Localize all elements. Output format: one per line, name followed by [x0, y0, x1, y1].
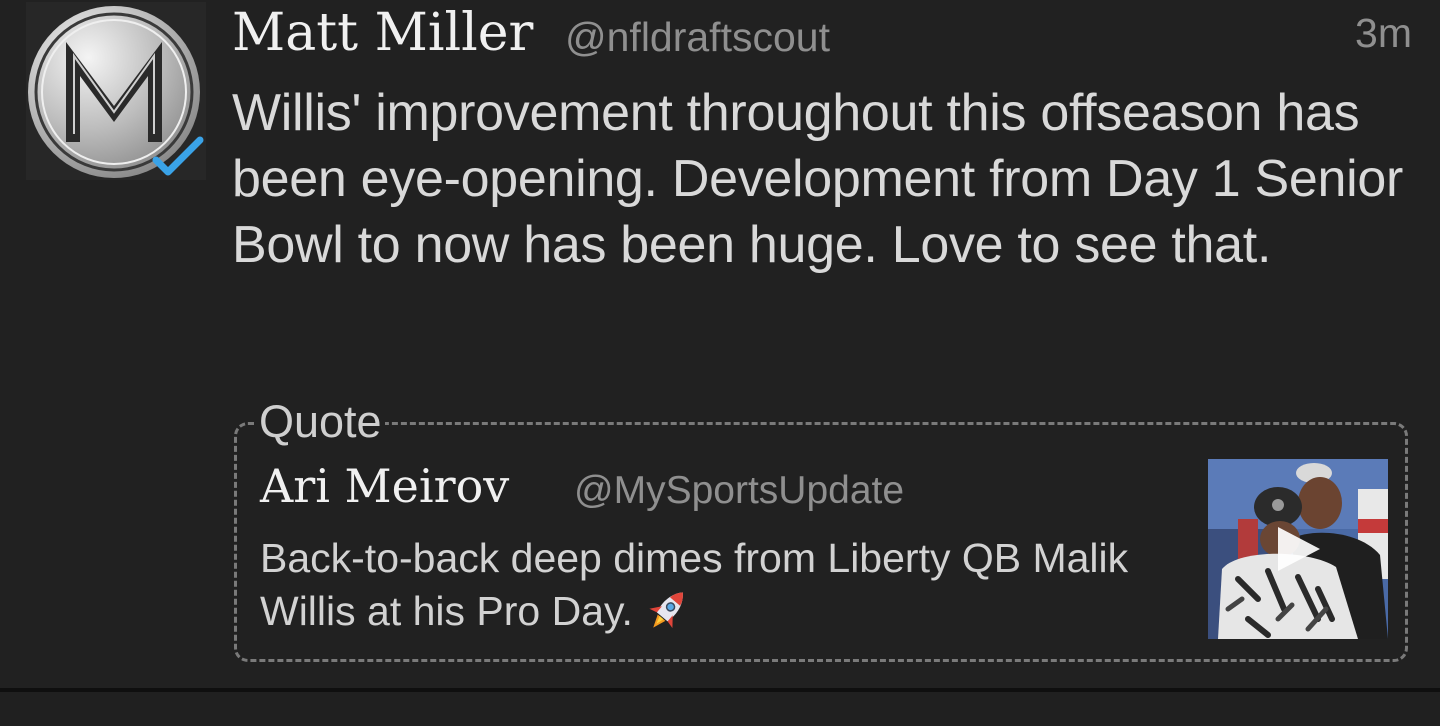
quote-author-handle[interactable]: @MySportsUpdate	[574, 466, 904, 516]
tweet-text: Willis' improvement throughout this offs…	[232, 84, 1404, 274]
video-thumbnail[interactable]	[1208, 459, 1388, 639]
author-name[interactable]: Matt Miller	[232, 0, 533, 66]
tweet-card[interactable]: Matt Miller @nfldraftscout 3m Willis' im…	[0, 0, 1440, 688]
next-tweet-area	[0, 692, 1440, 726]
quote-author-name[interactable]: Ari Meirov	[260, 456, 509, 516]
rocket-icon	[649, 592, 683, 629]
verified-check-icon	[152, 136, 204, 176]
play-icon[interactable]	[1274, 523, 1324, 575]
quote-text: Back-to-back deep dimes from Liberty QB …	[260, 532, 1200, 638]
author-handle[interactable]: @nfldraftscout	[565, 12, 830, 62]
timestamp[interactable]: 3m	[1355, 8, 1412, 58]
quote-label: Quote	[256, 396, 385, 448]
